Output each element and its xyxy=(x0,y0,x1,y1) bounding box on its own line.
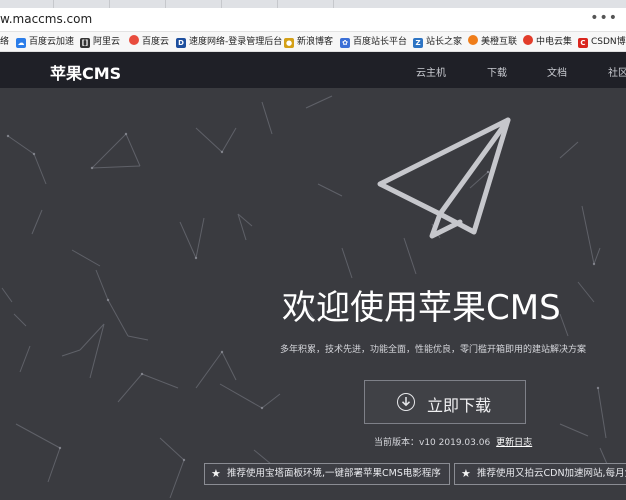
bookmark-item[interactable]: ✿ 百度站长平台 xyxy=(340,35,407,49)
bookmark-item[interactable]: D 速度网络-登录管理后台 xyxy=(176,35,282,49)
sina-icon: ● xyxy=(284,38,294,48)
version-info: 当前版本：v10 2019.03.06 更新日志 xyxy=(374,435,532,448)
bookmarks-bar: 络 ☁ 百度云加速 [] 阿里云 百度云 D 速度网络-登录管理后台 ● 新浪博客 ✿ 百… xyxy=(0,32,626,52)
bookmark-item[interactable]: 中电云集 xyxy=(523,35,572,49)
bookmark-label: 新浪博客 xyxy=(297,37,334,47)
bookmark-item[interactable]: ☁ 百度云加速 xyxy=(16,35,74,49)
nav-link-community[interactable]: 社区 xyxy=(608,64,626,79)
site-header: 苹果CMS 云主机 下载 文档 社区 xyxy=(0,52,626,88)
browser-tab[interactable] xyxy=(112,0,166,8)
browser-tab[interactable] xyxy=(224,0,278,8)
csdn-icon: C xyxy=(578,38,588,48)
hero-section: 欢迎使用苹果CMS 多年积累，技术先进，功能全面，性能优良，零门槛开箱即用的建站… xyxy=(0,88,626,500)
url-text[interactable]: w.maccms.com xyxy=(0,12,92,26)
aliyun-icon: [] xyxy=(80,38,90,48)
chinaz-icon: Z xyxy=(413,38,423,48)
bookmark-label: CSDN博 xyxy=(591,37,626,47)
site-logo[interactable]: 苹果CMS xyxy=(50,60,121,84)
promo-button-upyun[interactable]: ★ 推荐使用又拍云CDN加速网站,每月免费 xyxy=(454,463,626,485)
bookmark-label: 百度云加速 xyxy=(29,37,75,47)
bookmark-item[interactable]: [] 阿里云 xyxy=(80,35,120,49)
bookmark-label: 百度云 xyxy=(142,37,170,47)
sudu-icon: D xyxy=(176,38,186,48)
bookmark-label: 百度站长平台 xyxy=(353,37,408,47)
promo-label: 推荐使用宝塔面板环境,一键部署苹果CMS电影程序 xyxy=(227,468,441,479)
browser-tab[interactable] xyxy=(280,0,334,8)
star-icon: ★ xyxy=(461,467,471,480)
browser-tab-strip xyxy=(0,0,626,8)
bookmark-item[interactable]: 美橙互联 xyxy=(468,35,517,49)
browser-tab[interactable] xyxy=(56,0,110,8)
bookmark-item[interactable]: 百度云 xyxy=(129,35,169,49)
download-icon xyxy=(397,393,415,411)
baidu-cloud-icon xyxy=(129,35,139,45)
more-menu-icon[interactable]: ••• xyxy=(590,10,618,26)
nav-link-download[interactable]: 下载 xyxy=(487,64,507,79)
bookmark-item[interactable]: 络 xyxy=(0,35,9,49)
bookmark-label: 美橙互联 xyxy=(481,37,518,47)
orange-icon xyxy=(468,35,478,45)
bookmark-item[interactable]: ● 新浪博客 xyxy=(284,35,333,49)
bookmark-label: 阿里云 xyxy=(93,37,121,47)
cloud-icon: ☁ xyxy=(16,38,26,48)
version-text: 当前版本：v10 2019.03.06 xyxy=(374,438,491,448)
bookmark-label: 络 xyxy=(0,37,10,47)
bookmark-label: 站长之家 xyxy=(426,37,463,47)
promo-label: 推荐使用又拍云CDN加速网站,每月免费 xyxy=(477,468,626,479)
zdy-icon xyxy=(523,35,533,45)
paper-plane-icon xyxy=(377,117,511,239)
paw-icon: ✿ xyxy=(340,38,350,48)
hero-subtitle: 多年积累，技术先进，功能全面，性能优良，零门槛开箱即用的建站解决方案 xyxy=(280,345,587,355)
star-icon: ★ xyxy=(211,467,221,480)
bookmark-label: 中电云集 xyxy=(536,37,573,47)
nav-link-docs[interactable]: 文档 xyxy=(547,64,567,79)
address-bar[interactable]: w.maccms.com ••• xyxy=(0,8,626,32)
browser-tab[interactable] xyxy=(168,0,222,8)
download-button[interactable]: 立即下载 xyxy=(364,380,526,424)
browser-tab[interactable] xyxy=(0,0,54,8)
bookmark-label: 速度网络-登录管理后台 xyxy=(189,37,283,47)
bookmark-item[interactable]: Z 站长之家 xyxy=(413,35,462,49)
promo-button-baota[interactable]: ★ 推荐使用宝塔面板环境,一键部署苹果CMS电影程序 xyxy=(204,463,450,485)
nav-link-cloud-host[interactable]: 云主机 xyxy=(416,64,446,79)
hero-title: 欢迎使用苹果CMS xyxy=(282,288,561,328)
bookmark-item[interactable]: C CSDN博 xyxy=(578,35,626,49)
changelog-link[interactable]: 更新日志 xyxy=(496,438,532,448)
download-button-label: 立即下载 xyxy=(427,396,492,415)
